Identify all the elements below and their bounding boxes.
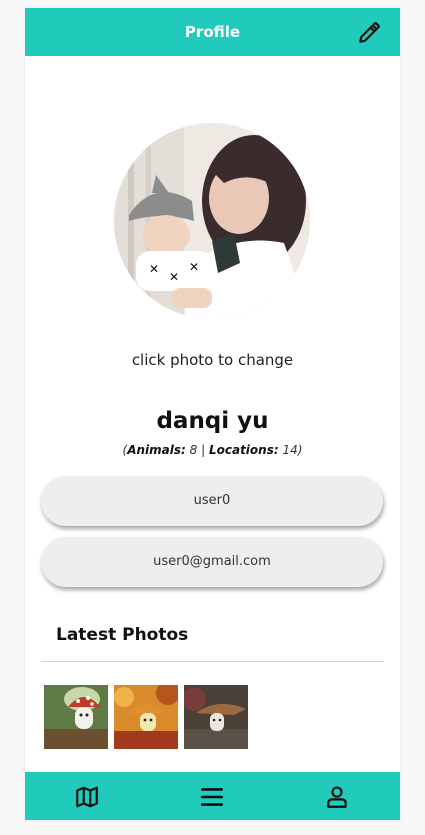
header-bar: Profile (25, 8, 400, 56)
email-field[interactable]: user0@gmail.com (41, 537, 383, 587)
username-field[interactable]: user0 (41, 476, 383, 526)
edit-button[interactable] (356, 20, 382, 46)
latest-photos-title: Latest Photos (56, 625, 189, 645)
bottom-tab-bar (25, 772, 400, 820)
pencil-icon (359, 22, 380, 43)
tab-menu[interactable] (199, 784, 225, 810)
animals-label: Animals: (127, 443, 186, 457)
section-divider (41, 661, 384, 662)
map-icon (76, 786, 98, 808)
latest-photo-3[interactable] (184, 685, 248, 749)
svg-text:✕: ✕ (189, 260, 199, 274)
page-title: Profile (184, 23, 241, 41)
tab-profile[interactable] (324, 784, 350, 810)
svg-text:✕: ✕ (149, 262, 159, 276)
app-frame: Profile ✕ ✕ ✕ click photo to change danq… (25, 8, 400, 820)
tab-map[interactable] (74, 784, 100, 810)
svg-text:✕: ✕ (169, 270, 179, 284)
profile-name: danqi yu (156, 408, 269, 434)
profile-avatar[interactable]: ✕ ✕ ✕ (114, 123, 310, 319)
profile-stats: (Animals: 8 | Locations: 14) (122, 443, 303, 457)
profile-photo: ✕ ✕ ✕ (114, 123, 310, 319)
menu-icon (200, 788, 224, 806)
animals-count: 8 (189, 443, 198, 457)
mushroom-photo-icon (184, 685, 248, 749)
mushroom-photo-icon (114, 685, 178, 749)
locations-label: Locations: (208, 443, 279, 457)
latest-photo-2[interactable] (114, 685, 178, 749)
change-photo-hint: click photo to change (131, 351, 294, 369)
user-icon (327, 786, 347, 808)
locations-count: 14 (282, 443, 298, 457)
mushroom-photo-icon (44, 685, 108, 749)
latest-photo-1[interactable] (44, 685, 108, 749)
